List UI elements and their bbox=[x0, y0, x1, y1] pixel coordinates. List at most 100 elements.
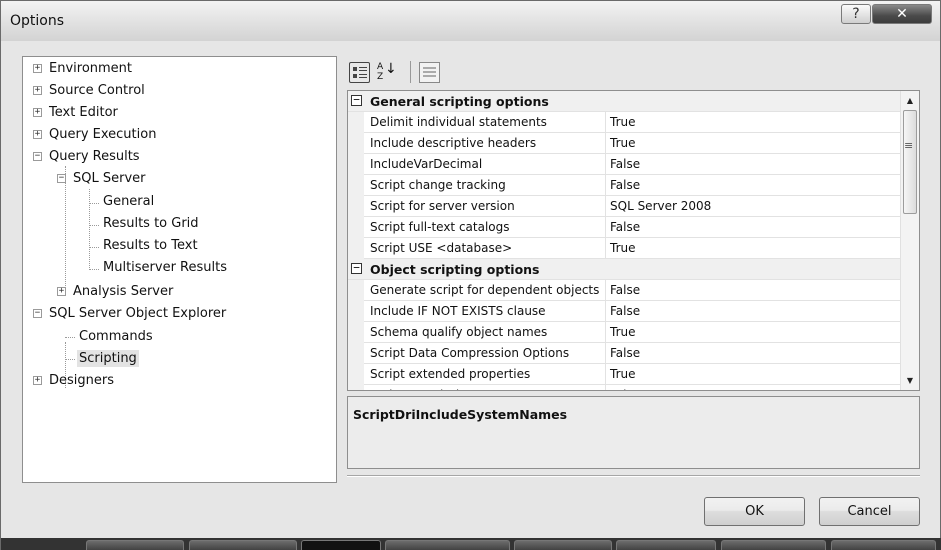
property-value[interactable]: False bbox=[610, 388, 640, 390]
expand-icon[interactable]: + bbox=[33, 108, 42, 117]
expand-icon[interactable]: + bbox=[33, 376, 42, 385]
window-title: Options bbox=[10, 13, 65, 29]
property-row[interactable]: Script permissions False bbox=[348, 385, 900, 390]
collapse-icon[interactable]: − bbox=[33, 309, 42, 318]
tree-item-query-results[interactable]: − Query Results bbox=[33, 148, 142, 165]
tree-item-source-control[interactable]: + Source Control bbox=[33, 82, 147, 99]
tree-item-label: Analysis Server bbox=[73, 284, 174, 299]
taskbar-button[interactable] bbox=[721, 540, 826, 550]
property-row[interactable]: Delimit individual statements True bbox=[348, 112, 900, 133]
category-row[interactable]: − General scripting options bbox=[348, 91, 900, 112]
taskbar-button[interactable] bbox=[86, 540, 184, 550]
taskbar-button[interactable] bbox=[616, 540, 716, 550]
property-value[interactable]: True bbox=[610, 325, 636, 339]
tree-item-label: Source Control bbox=[49, 83, 145, 98]
scroll-up-icon[interactable]: ▲ bbox=[901, 92, 919, 109]
tree-item-general[interactable]: General bbox=[101, 193, 156, 210]
tree-item-multiserver-results[interactable]: Multiserver Results bbox=[101, 259, 229, 276]
property-value[interactable]: False bbox=[610, 157, 640, 171]
tree-connector bbox=[89, 269, 99, 270]
taskbar-button[interactable] bbox=[385, 540, 510, 550]
property-value[interactable]: True bbox=[610, 115, 636, 129]
collapse-category-icon[interactable]: − bbox=[351, 262, 362, 274]
property-value[interactable]: True bbox=[610, 367, 636, 381]
column-divider bbox=[605, 238, 606, 259]
property-value[interactable]: False bbox=[610, 283, 640, 297]
tree-item-sql-server[interactable]: − SQL Server bbox=[57, 170, 148, 187]
tree-item-sql-server-object-explorer[interactable]: − SQL Server Object Explorer bbox=[33, 305, 228, 322]
title-bar[interactable]: Options ? ✕ bbox=[1, 1, 940, 41]
tree-item-scripting[interactable]: Scripting bbox=[77, 350, 139, 367]
collapse-icon[interactable]: − bbox=[33, 152, 42, 161]
help-button[interactable]: ? bbox=[841, 4, 871, 24]
alphabetical-sort-icon[interactable]: A Z ↓ bbox=[375, 62, 397, 83]
property-row[interactable]: Schema qualify object names True bbox=[348, 322, 900, 343]
column-divider bbox=[605, 175, 606, 196]
property-name: Script Data Compression Options bbox=[370, 346, 570, 360]
property-row[interactable]: Generate script for dependent objects Fal… bbox=[348, 280, 900, 301]
cancel-button[interactable]: Cancel bbox=[819, 497, 920, 526]
close-button[interactable]: ✕ bbox=[872, 4, 932, 24]
tree-item-designers[interactable]: + Designers bbox=[33, 372, 116, 389]
property-value[interactable]: SQL Server 2008 bbox=[610, 199, 711, 213]
property-pages-icon[interactable] bbox=[419, 62, 440, 83]
property-row[interactable]: Script extended properties True bbox=[348, 364, 900, 385]
property-row[interactable]: Script Data Compression Options False bbox=[348, 343, 900, 364]
expand-icon[interactable]: + bbox=[57, 287, 66, 296]
tree-item-query-execution[interactable]: + Query Execution bbox=[33, 126, 158, 143]
property-row[interactable]: Script USE <database> True bbox=[348, 238, 900, 259]
property-row[interactable]: Script full-text catalogs False bbox=[348, 217, 900, 238]
tree-item-label: Multiserver Results bbox=[103, 260, 228, 275]
collapse-category-icon[interactable]: − bbox=[351, 94, 362, 106]
category-label: Object scripting options bbox=[370, 262, 540, 277]
scroll-thumb[interactable] bbox=[903, 110, 917, 214]
property-value[interactable]: True bbox=[610, 241, 636, 255]
property-value[interactable]: False bbox=[610, 220, 640, 234]
tree-connector bbox=[89, 247, 99, 248]
column-divider bbox=[605, 322, 606, 343]
expand-icon[interactable]: + bbox=[33, 86, 42, 95]
tree-item-text-editor[interactable]: + Text Editor bbox=[33, 104, 120, 121]
property-name: Script USE <database> bbox=[370, 241, 513, 255]
taskbar bbox=[1, 538, 941, 550]
property-row[interactable]: IncludeVarDecimal False bbox=[348, 154, 900, 175]
property-name: IncludeVarDecimal bbox=[370, 157, 483, 171]
property-value[interactable]: True bbox=[610, 136, 636, 150]
options-tree[interactable]: + Environment + Source Control + Text Ed… bbox=[22, 56, 337, 483]
collapse-icon[interactable]: − bbox=[57, 174, 66, 183]
property-value[interactable]: False bbox=[610, 178, 640, 192]
expand-icon[interactable]: + bbox=[33, 64, 42, 73]
expand-icon[interactable]: + bbox=[33, 130, 42, 139]
property-grid[interactable]: − General scripting options Delimit indivi… bbox=[347, 90, 920, 391]
sort-letter-z: Z bbox=[377, 72, 384, 82]
property-row[interactable]: Include descriptive headers True bbox=[348, 133, 900, 154]
taskbar-button[interactable] bbox=[301, 540, 381, 550]
tree-item-commands[interactable]: Commands bbox=[77, 328, 155, 345]
property-name: Generate script for dependent objects bbox=[370, 283, 600, 297]
tree-connector bbox=[89, 189, 90, 270]
row-gutter bbox=[348, 217, 364, 238]
property-row[interactable]: Include IF NOT EXISTS clause False bbox=[348, 301, 900, 322]
taskbar-button[interactable] bbox=[831, 540, 936, 550]
taskbar-button[interactable] bbox=[514, 540, 612, 550]
property-grid-scrollbar[interactable]: ▲ ≡ ▼ bbox=[900, 91, 919, 390]
tree-item-environment[interactable]: + Environment bbox=[33, 60, 134, 77]
property-row[interactable]: Script change tracking False bbox=[348, 175, 900, 196]
property-value[interactable]: False bbox=[610, 304, 640, 318]
property-row[interactable]: Script for server version SQL Server 2008 bbox=[348, 196, 900, 217]
scroll-down-icon[interactable]: ▼ bbox=[901, 372, 919, 389]
category-row[interactable]: − Object scripting options bbox=[348, 259, 900, 280]
column-divider bbox=[605, 301, 606, 322]
close-icon: ✕ bbox=[896, 6, 908, 22]
row-gutter bbox=[348, 133, 364, 154]
categorized-view-icon[interactable] bbox=[349, 62, 370, 83]
column-divider bbox=[605, 280, 606, 301]
property-value[interactable]: False bbox=[610, 346, 640, 360]
taskbar-button[interactable] bbox=[189, 540, 297, 550]
tree-item-results-to-grid[interactable]: Results to Grid bbox=[101, 215, 201, 232]
tree-item-analysis-server[interactable]: + Analysis Server bbox=[57, 283, 175, 300]
description-title: ScriptDriIncludeSystemNames bbox=[353, 407, 568, 422]
tree-item-results-to-text[interactable]: Results to Text bbox=[101, 237, 200, 254]
row-gutter bbox=[348, 322, 364, 343]
ok-button[interactable]: OK bbox=[704, 497, 805, 526]
